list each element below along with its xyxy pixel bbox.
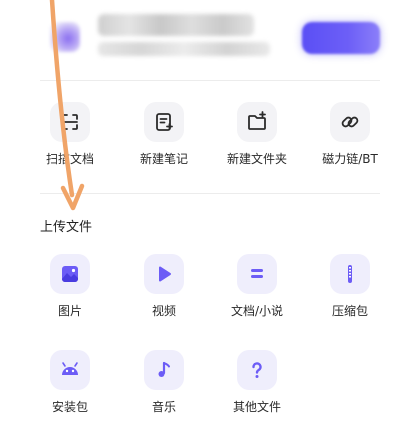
- new-note-button[interactable]: 新建笔记: [114, 102, 214, 167]
- new-folder-button[interactable]: 新建文件夹: [207, 102, 307, 167]
- document-icon: [237, 254, 277, 294]
- upload-other-label: 其他文件: [232, 400, 281, 414]
- magnet-link-button[interactable]: 磁力链/BT: [300, 102, 400, 167]
- link-icon: [330, 102, 370, 142]
- avatar[interactable]: [50, 22, 80, 52]
- upload-section-title: 上传文件: [40, 220, 93, 235]
- profile-header: [0, 0, 400, 78]
- upload-document-button[interactable]: 文档/小说: [207, 254, 307, 319]
- image-icon: [50, 254, 90, 294]
- profile-subtitle: [98, 42, 270, 56]
- upload-video-button[interactable]: 视频: [114, 254, 214, 319]
- vip-button[interactable]: [302, 22, 380, 54]
- video-icon: [144, 254, 184, 294]
- upload-music-button[interactable]: 音乐: [114, 350, 214, 415]
- scan-icon: [50, 102, 90, 142]
- upload-document-label: 文档/小说: [230, 304, 284, 318]
- upload-zip-button[interactable]: 压缩包: [300, 254, 400, 319]
- folder-add-icon: [237, 102, 277, 142]
- profile-name: [98, 14, 254, 36]
- upload-image-label: 图片: [57, 304, 82, 318]
- upload-other-button[interactable]: 其他文件: [207, 350, 307, 415]
- upload-video-label: 视频: [151, 304, 176, 318]
- scan-document-label: 扫描文档: [45, 152, 94, 166]
- question-icon: [237, 350, 277, 390]
- header-divider: [40, 80, 380, 81]
- android-icon: [50, 350, 90, 390]
- new-note-label: 新建笔记: [139, 152, 188, 166]
- upload-image-button[interactable]: 图片: [20, 254, 120, 319]
- new-folder-label: 新建文件夹: [226, 152, 287, 166]
- upload-zip-label: 压缩包: [331, 304, 368, 318]
- note-add-icon: [144, 102, 184, 142]
- upload-apk-label: 安装包: [51, 400, 88, 414]
- upload-apk-button[interactable]: 安装包: [20, 350, 120, 415]
- magnet-link-label: 磁力链/BT: [322, 152, 378, 166]
- upload-music-label: 音乐: [151, 400, 176, 414]
- section-divider: [40, 193, 380, 194]
- music-icon: [144, 350, 184, 390]
- scan-document-button[interactable]: 扫描文档: [20, 102, 120, 167]
- zip-icon: [330, 254, 370, 294]
